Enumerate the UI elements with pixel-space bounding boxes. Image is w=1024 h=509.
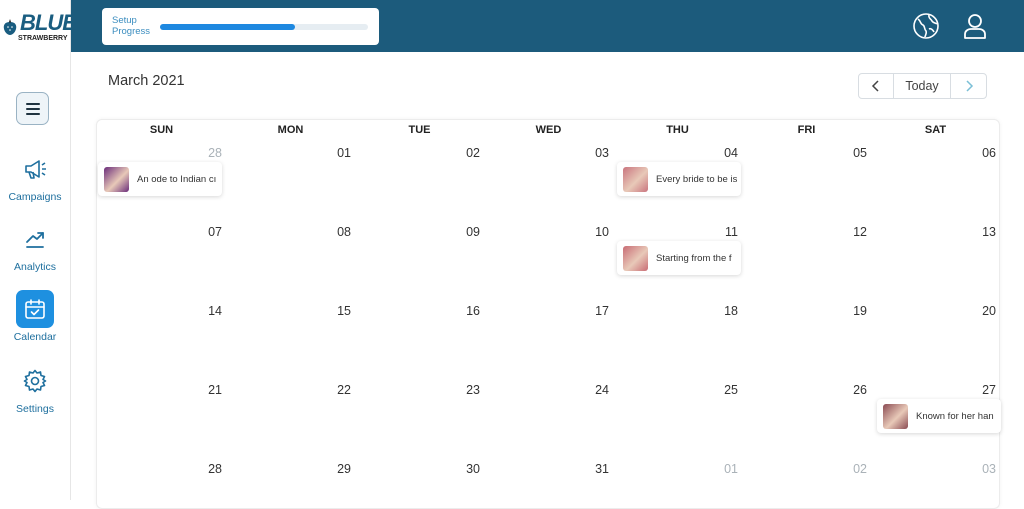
hamburger-icon <box>25 102 40 115</box>
day-cell-number[interactable]: 09 <box>440 225 480 239</box>
setup-progress-fill <box>160 24 296 30</box>
calendar-event[interactable]: Starting from the f <box>617 241 741 275</box>
day-cell-number[interactable]: 27 <box>956 383 996 397</box>
trend-up-icon <box>26 232 44 248</box>
day-cell-number[interactable]: 30 <box>440 462 480 476</box>
brand-subname: STRAWBERRY <box>18 35 68 42</box>
sidebar-item-label: Campaigns <box>8 191 62 203</box>
day-cell-number[interactable]: 19 <box>827 304 867 318</box>
globe-icon[interactable] <box>912 12 940 40</box>
day-cell-number[interactable]: 07 <box>182 225 222 239</box>
day-cell-number[interactable]: 14 <box>182 304 222 318</box>
setup-progress-label: Setup Progress <box>112 15 151 37</box>
day-cell-number[interactable]: 15 <box>311 304 351 318</box>
day-cell-number[interactable]: 02 <box>827 462 867 476</box>
brand-name: BLUE <box>20 10 77 35</box>
month-title: March 2021 <box>108 73 185 89</box>
sidebar-item-label: Analytics <box>13 261 56 273</box>
event-thumbnail <box>883 403 908 429</box>
today-button[interactable]: Today <box>894 74 951 98</box>
calendar-event[interactable]: Every bride to be is <box>617 162 741 196</box>
day-cell-number[interactable]: 17 <box>569 304 609 318</box>
day-cell-number[interactable]: 01 <box>698 462 738 476</box>
setup-progress-card[interactable]: Setup Progress <box>102 8 379 45</box>
event-title: Every bride to be is <box>656 173 738 185</box>
weekday-header: WED <box>535 124 562 136</box>
day-cell-number[interactable]: 24 <box>569 383 609 397</box>
event-thumbnail <box>623 245 648 271</box>
day-cell-number[interactable]: 22 <box>311 383 351 397</box>
day-cell-number[interactable]: 29 <box>311 462 351 476</box>
gear-icon <box>23 369 47 393</box>
day-cell-number[interactable]: 28 <box>182 146 222 160</box>
day-cell-number[interactable]: 05 <box>827 146 867 160</box>
day-cell-number[interactable]: 18 <box>698 304 738 318</box>
day-cell-number[interactable]: 25 <box>698 383 738 397</box>
menu-toggle-button[interactable] <box>16 92 49 125</box>
event-title: Starting from the f <box>656 252 732 264</box>
weekday-header: TUE <box>408 124 431 136</box>
sidebar-item-campaigns[interactable]: Campaigns <box>0 150 70 203</box>
day-cell-number[interactable]: 02 <box>440 146 480 160</box>
calendar-check-icon <box>25 299 45 319</box>
sidebar: BLUE STRAWBERRY Campaigns Analytics Cale… <box>0 0 77 500</box>
sidebar-item-analytics[interactable]: Analytics <box>0 220 70 273</box>
calendar-grid: SUN MON TUE WED THU FRI SAT 28 01 02 03 04 05 06 07 08 0… <box>96 119 1001 509</box>
calendar-event[interactable]: An ode to Indian cı <box>98 162 222 196</box>
calendar-event[interactable]: Known for her han <box>877 399 1001 433</box>
user-icon[interactable] <box>961 12 989 40</box>
weekday-header: THU <box>666 124 689 136</box>
day-cell-number[interactable]: 16 <box>440 304 480 318</box>
day-cell-number[interactable]: 03 <box>956 462 996 476</box>
day-cell-number[interactable]: 01 <box>311 146 351 160</box>
day-cell-number[interactable]: 20 <box>956 304 996 318</box>
day-cell-number[interactable]: 28 <box>182 462 222 476</box>
event-title: Known for her han <box>916 410 994 422</box>
sidebar-item-settings[interactable]: Settings <box>0 362 70 415</box>
sidebar-item-label: Settings <box>16 403 54 415</box>
event-thumbnail <box>104 166 129 192</box>
setup-progress-bar <box>160 24 368 30</box>
weekday-header: SUN <box>149 124 174 136</box>
chevron-left-icon <box>871 80 879 92</box>
calendar-navigation: Today <box>858 73 987 99</box>
day-cell-number[interactable]: 11 <box>698 225 738 239</box>
day-cell-number[interactable]: 04 <box>698 146 738 160</box>
day-cell-number[interactable]: 06 <box>956 146 996 160</box>
strawberry-icon <box>3 19 17 35</box>
day-cell-number[interactable]: 31 <box>569 462 609 476</box>
day-cell-number[interactable]: 03 <box>569 146 609 160</box>
megaphone-icon <box>25 160 46 179</box>
sidebar-item-label: Calendar <box>13 331 57 343</box>
event-thumbnail <box>623 166 648 192</box>
day-cell-number[interactable]: 10 <box>569 225 609 239</box>
day-cell-number[interactable]: 21 <box>182 383 222 397</box>
previous-month-button[interactable] <box>859 74 894 98</box>
day-cell-number[interactable]: 12 <box>827 225 867 239</box>
day-cell-number[interactable]: 23 <box>440 383 480 397</box>
weekday-header: SAT <box>924 124 947 136</box>
chevron-right-icon <box>965 80 973 92</box>
day-cell-number[interactable]: 08 <box>311 225 351 239</box>
event-title: An ode to Indian cı <box>137 173 217 185</box>
brand-logo[interactable]: BLUE STRAWBERRY <box>2 12 77 48</box>
weekday-header: MON <box>277 124 304 136</box>
top-bar: Setup Progress <box>71 0 1024 52</box>
day-cell-number[interactable]: 26 <box>827 383 867 397</box>
day-cell-number[interactable]: 13 <box>956 225 996 239</box>
weekday-header: FRI <box>797 124 816 136</box>
next-month-button[interactable] <box>951 74 986 98</box>
sidebar-item-calendar[interactable]: Calendar <box>0 290 70 343</box>
